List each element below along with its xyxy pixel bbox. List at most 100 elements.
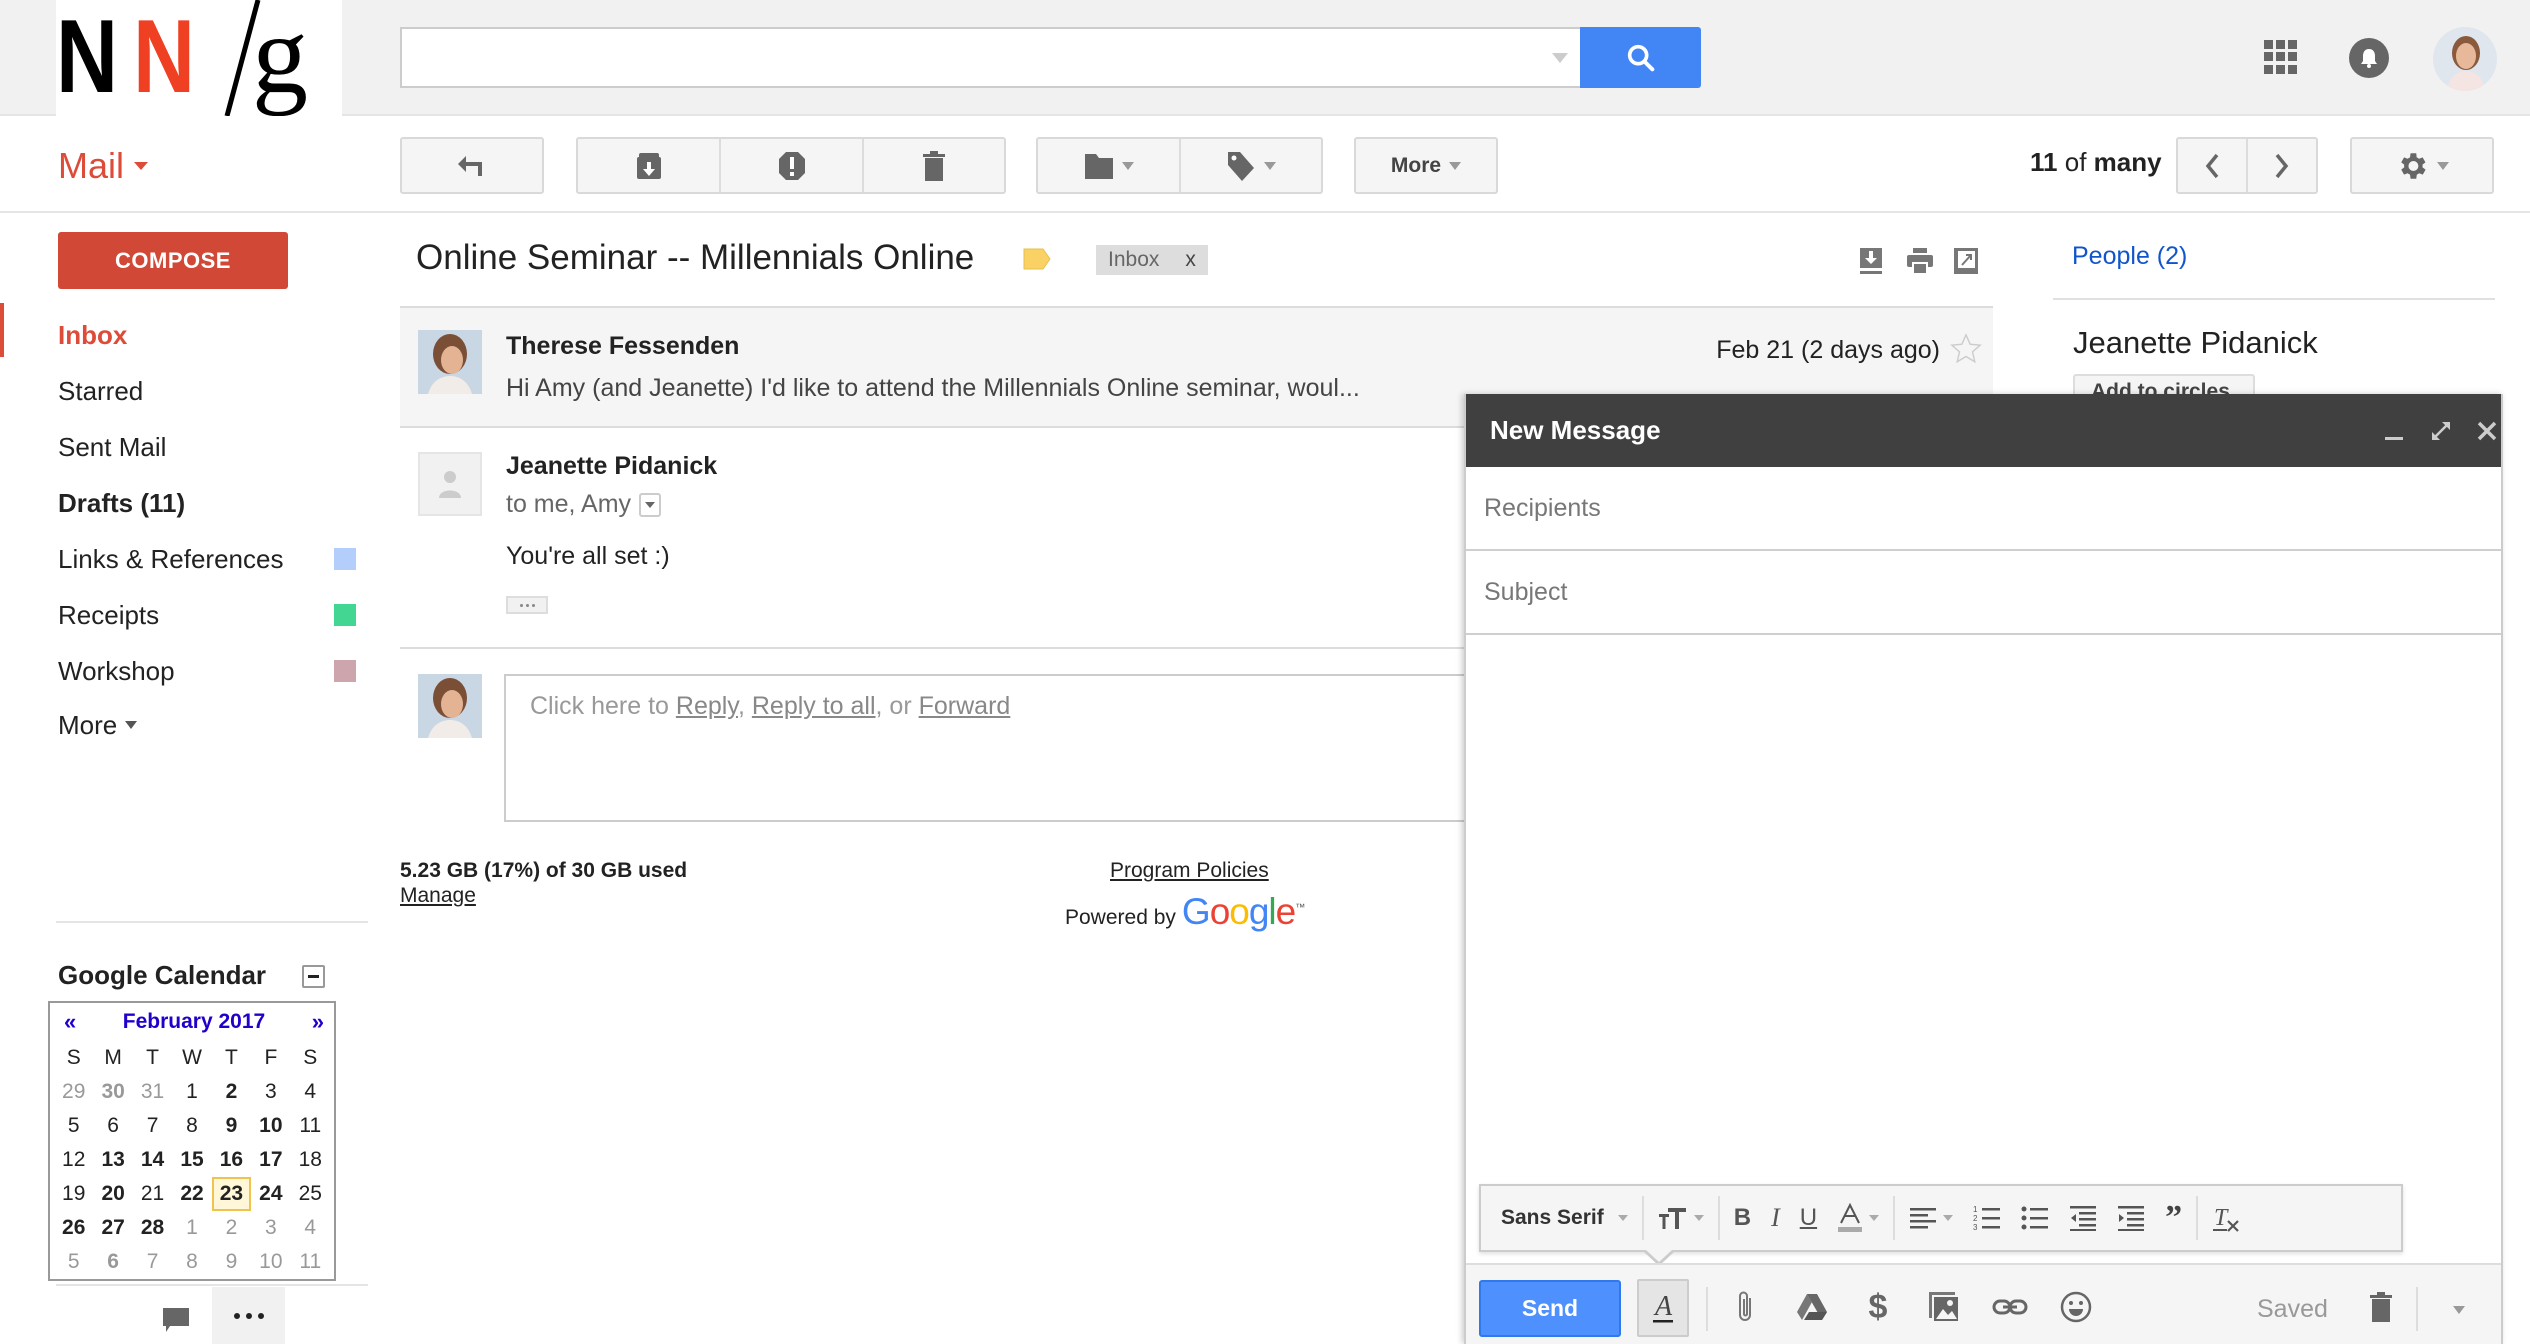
bulleted-list-button[interactable] (2011, 1196, 2059, 1240)
reply-all-link[interactable]: Reply to all (752, 692, 876, 720)
send-button[interactable]: Send (1479, 1280, 1621, 1337)
calendar-day[interactable]: 21 (133, 1177, 172, 1211)
send-money-icon[interactable]: $ (1860, 1287, 1896, 1327)
search-button[interactable] (1580, 27, 1701, 88)
insert-link-icon[interactable] (1992, 1287, 2028, 1327)
newer-button[interactable] (2178, 139, 2248, 192)
search-input[interactable] (402, 29, 1580, 86)
calendar-day[interactable]: 20 (93, 1177, 132, 1211)
labels-button[interactable] (1181, 139, 1321, 192)
italic-button[interactable]: I (1761, 1196, 1790, 1240)
calendar-day[interactable]: 9 (212, 1245, 251, 1279)
calendar-day[interactable]: 10 (251, 1109, 290, 1143)
calendar-day[interactable]: 22 (172, 1177, 211, 1211)
decrease-indent-button[interactable] (2059, 1196, 2107, 1240)
more-compose-options-button[interactable] (2444, 1295, 2474, 1325)
sidebar-item-inbox[interactable]: Inbox (58, 315, 358, 355)
star-icon[interactable] (1949, 332, 1983, 366)
calendar-day[interactable]: 1 (172, 1075, 211, 1109)
message-body-input[interactable] (1466, 635, 2501, 1175)
search-field[interactable] (400, 27, 1580, 88)
calendar-day[interactable]: 4 (291, 1211, 330, 1245)
more-actions-button[interactable]: More (1356, 139, 1496, 192)
sidebar-item-sent-mail[interactable]: Sent Mail (58, 427, 358, 467)
more-options-button[interactable] (212, 1287, 285, 1344)
search-options-caret-icon[interactable] (1552, 53, 1568, 63)
calendar-day[interactable]: 3 (251, 1211, 290, 1245)
compose-button[interactable]: COMPOSE (58, 232, 288, 289)
sidebar-item-workshop[interactable]: Workshop (58, 651, 358, 691)
calendar-day[interactable]: 5 (54, 1109, 93, 1143)
label-color-swatch[interactable] (334, 660, 356, 682)
program-policies-link[interactable]: Program Policies (1110, 859, 1269, 883)
archive-button[interactable] (578, 139, 721, 192)
discard-draft-icon[interactable] (2363, 1287, 2399, 1327)
insert-emoji-icon[interactable] (2058, 1287, 2094, 1327)
calendar-day[interactable]: 4 (291, 1075, 330, 1109)
close-icon[interactable] (2474, 418, 2500, 444)
insert-photo-icon[interactable] (1926, 1287, 1962, 1327)
sidebar-item-links-references[interactable]: Links & References (58, 539, 358, 579)
calendar-day[interactable]: 29 (54, 1075, 93, 1109)
calendar-day[interactable]: 11 (291, 1109, 330, 1143)
calendar-next-month[interactable]: » (312, 1009, 324, 1035)
full-screen-icon[interactable] (2428, 418, 2454, 444)
label-color-swatch[interactable] (334, 604, 356, 626)
calendar-day[interactable]: 27 (93, 1211, 132, 1245)
formatting-options-toggle[interactable]: A (1637, 1279, 1689, 1337)
remove-label-button[interactable]: x (1185, 248, 1196, 272)
quote-button[interactable]: ” (2155, 1196, 2192, 1240)
hangouts-chat-icon[interactable] (162, 1307, 190, 1332)
show-trimmed-content-button[interactable] (506, 596, 548, 614)
calendar-day[interactable]: 16 (212, 1143, 251, 1177)
print-icon[interactable] (1906, 247, 1933, 275)
notifications-bell-icon[interactable] (2349, 38, 2389, 78)
calendar-day[interactable]: 1 (172, 1211, 211, 1245)
calendar-day[interactable]: 7 (133, 1109, 172, 1143)
underline-button[interactable]: U (1790, 1196, 1827, 1240)
calendar-day[interactable]: 6 (93, 1109, 132, 1143)
move-to-button[interactable] (1038, 139, 1181, 192)
calendar-day[interactable]: 14 (133, 1143, 172, 1177)
calendar-day[interactable]: 25 (291, 1177, 330, 1211)
user-avatar[interactable] (2433, 27, 2497, 91)
calendar-day[interactable]: 13 (93, 1143, 132, 1177)
calendar-day[interactable]: 5 (54, 1245, 93, 1279)
older-button[interactable] (2248, 139, 2316, 192)
numbered-list-button[interactable]: 123 (1963, 1196, 2011, 1240)
minimize-icon[interactable] (2381, 418, 2407, 444)
google-drive-icon[interactable] (1794, 1287, 1830, 1327)
show-details-button[interactable] (639, 492, 662, 517)
calendar-day[interactable]: 24 (251, 1177, 290, 1211)
nngroup-logo[interactable]: N N g (56, 0, 342, 116)
calendar-collapse-button[interactable] (302, 965, 325, 988)
remove-formatting-button[interactable]: T (2202, 1196, 2250, 1240)
delete-button[interactable] (864, 139, 1004, 192)
calendar-day[interactable]: 8 (172, 1109, 211, 1143)
font-family-select[interactable]: Sans Serif (1491, 1196, 1638, 1240)
calendar-day[interactable]: 17 (251, 1143, 290, 1177)
manage-storage-link[interactable]: Manage (400, 884, 476, 908)
importance-marker-icon[interactable] (1023, 248, 1051, 270)
calendar-day[interactable]: 2 (212, 1211, 251, 1245)
calendar-day[interactable]: 28 (133, 1211, 172, 1245)
calendar-day[interactable]: 10 (251, 1245, 290, 1279)
calendar-day[interactable]: 26 (54, 1211, 93, 1245)
apps-grid-icon[interactable] (2264, 40, 2298, 74)
subject-input[interactable] (1466, 551, 2501, 633)
report-spam-button[interactable] (721, 139, 864, 192)
calendar-day[interactable]: 7 (133, 1245, 172, 1279)
recipients-input[interactable] (1466, 467, 2501, 549)
text-color-button[interactable] (1827, 1196, 1889, 1240)
sidebar-item-receipts[interactable]: Receipts (58, 595, 358, 635)
increase-indent-button[interactable] (2107, 1196, 2155, 1240)
bold-button[interactable]: B (1724, 1196, 1761, 1240)
download-icon[interactable] (1858, 247, 1884, 275)
attach-files-icon[interactable] (1728, 1287, 1764, 1327)
calendar-day[interactable]: 3 (251, 1075, 290, 1109)
calendar-day[interactable]: 9 (212, 1109, 251, 1143)
forward-link[interactable]: Forward (919, 692, 1011, 720)
calendar-day[interactable]: 30 (93, 1075, 132, 1109)
calendar-day[interactable]: 31 (133, 1075, 172, 1109)
calendar-day-today[interactable]: 23 (211, 1177, 252, 1211)
